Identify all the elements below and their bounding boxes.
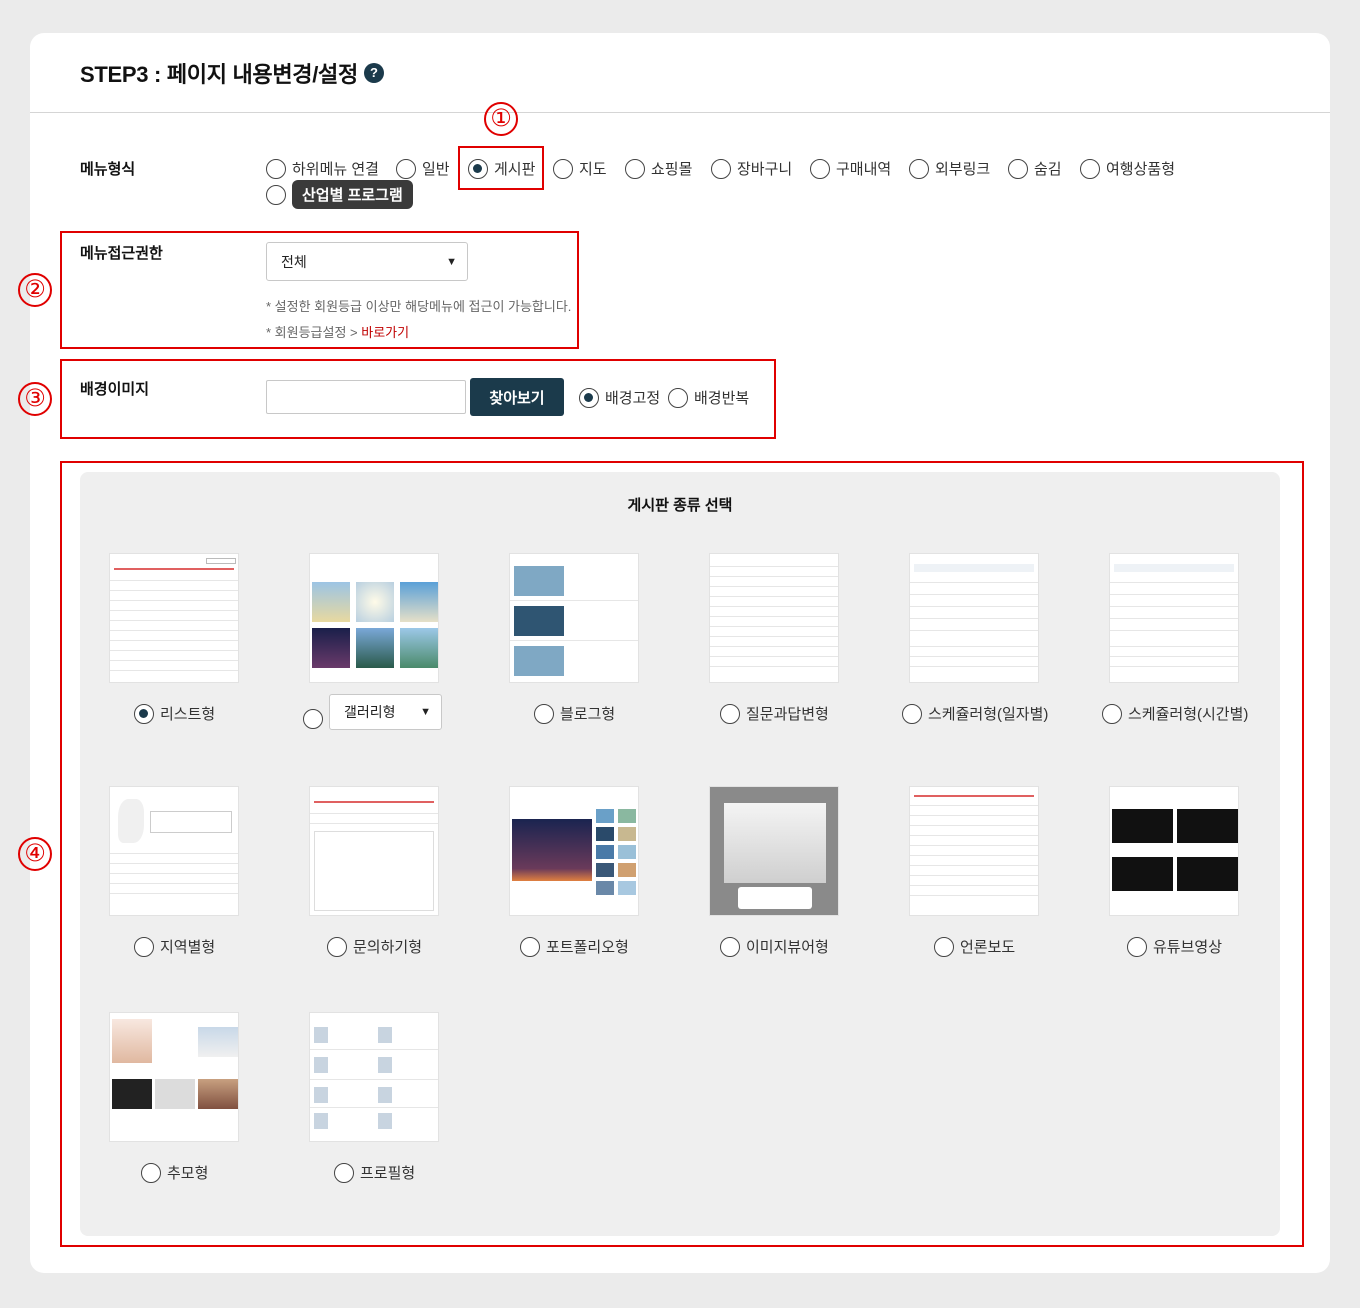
radio-checked-icon[interactable] (468, 158, 488, 179)
access-level-select[interactable]: 전체 ▼ (266, 242, 468, 281)
menu-type-option-industry-program[interactable]: 산업별 프로그램 (266, 180, 413, 209)
access-note: * 설정한 회원등급 이상만 해당메뉴에 접근이 가능합니다. (266, 299, 572, 314)
thumbnail-youtube[interactable] (1109, 786, 1239, 916)
menu-type-option-travel[interactable]: 여행상품형 (1080, 158, 1175, 179)
radio-icon[interactable] (720, 936, 740, 957)
radio-icon[interactable] (266, 184, 286, 205)
menu-type-option-cart[interactable]: 장바구니 (711, 158, 792, 179)
menu-type-option-orders[interactable]: 구매내역 (810, 158, 891, 179)
thumbnail-image-viewer[interactable] (709, 786, 839, 916)
board-type-list[interactable]: 리스트형 (134, 703, 215, 724)
thumbnail-list[interactable] (109, 553, 239, 683)
page-title: STEP3 : 페이지 내용변경/설정 (80, 61, 358, 87)
background-image-input[interactable] (266, 380, 466, 414)
board-type-gallery[interactable]: 갤러리형 ▼ (303, 694, 442, 730)
annotation-1: ① (484, 102, 518, 136)
chevron-down-icon: ▼ (420, 706, 431, 718)
thumbnail-gallery[interactable] (309, 553, 439, 683)
board-type-image-viewer[interactable]: 이미지뷰어형 (720, 936, 829, 957)
radio-icon[interactable] (668, 387, 688, 408)
radio-icon[interactable] (720, 703, 740, 724)
thumbnail-region[interactable] (109, 786, 239, 916)
radio-icon[interactable] (1080, 158, 1100, 179)
radio-icon[interactable] (396, 158, 416, 179)
access-label: 메뉴접근권한 (80, 245, 163, 262)
radio-checked-icon[interactable] (579, 387, 599, 408)
annotation-3: ③ (18, 382, 52, 416)
menu-type-option-submenu[interactable]: 하위메뉴 연결 (266, 158, 379, 179)
radio-icon[interactable] (934, 936, 954, 957)
board-type-youtube[interactable]: 유튜브영상 (1127, 936, 1222, 957)
thumbnail-blog[interactable] (509, 553, 639, 683)
background-fixed-option[interactable]: 배경고정 (579, 387, 660, 408)
radio-icon[interactable] (1008, 158, 1028, 179)
thumbnail-memorial[interactable] (109, 1012, 239, 1142)
radio-icon[interactable] (141, 1162, 161, 1183)
board-type-qna[interactable]: 질문과답변형 (720, 703, 829, 724)
board-type-panel: 게시판 종류 선택 (80, 472, 1280, 1236)
thumbnail-qna[interactable] (709, 553, 839, 683)
chevron-down-icon: ▼ (446, 255, 457, 268)
background-image-label: 배경이미지 (80, 381, 150, 398)
radio-icon[interactable] (553, 158, 573, 179)
board-type-scheduler-hourly[interactable]: 스케쥴러형(시간별) (1102, 703, 1248, 724)
menu-type-option-board[interactable]: 게시판 (468, 158, 535, 179)
radio-icon[interactable] (520, 936, 540, 957)
thumbnail-scheduler-daily[interactable] (909, 553, 1039, 683)
menu-type-option-hidden[interactable]: 숨김 (1008, 158, 1062, 179)
menu-type-option-shop[interactable]: 쇼핑몰 (625, 158, 692, 179)
radio-icon[interactable] (1127, 936, 1147, 957)
radio-icon[interactable] (266, 158, 286, 179)
thumbnail-portfolio[interactable] (509, 786, 639, 916)
radio-icon[interactable] (327, 936, 347, 957)
board-type-title: 게시판 종류 선택 (627, 497, 733, 514)
menu-type-label: 메뉴형식 (80, 161, 136, 178)
board-type-portfolio[interactable]: 포트폴리오형 (520, 936, 629, 957)
thumbnail-inquiry[interactable] (309, 786, 439, 916)
thumbnail-profile[interactable] (309, 1012, 439, 1142)
board-type-profile[interactable]: 프로필형 (334, 1162, 415, 1183)
radio-icon[interactable] (711, 158, 731, 179)
thumbnail-press[interactable] (909, 786, 1039, 916)
board-type-press[interactable]: 언론보도 (934, 936, 1015, 957)
annotation-2: ② (18, 273, 52, 307)
board-type-blog[interactable]: 블로그형 (534, 703, 615, 724)
annotation-4: ④ (18, 837, 52, 871)
help-icon[interactable]: ? (363, 62, 384, 83)
background-repeat-option[interactable]: 배경반복 (668, 387, 749, 408)
radio-icon[interactable] (902, 703, 922, 724)
menu-type-option-external-link[interactable]: 외부링크 (909, 158, 990, 179)
board-type-memorial[interactable]: 추모형 (141, 1162, 208, 1183)
radio-icon[interactable] (334, 1162, 354, 1183)
radio-checked-icon[interactable] (134, 703, 154, 724)
radio-icon[interactable] (1102, 703, 1122, 724)
board-type-inquiry[interactable]: 문의하기형 (327, 936, 422, 957)
radio-icon[interactable] (810, 158, 830, 179)
radio-icon[interactable] (534, 703, 554, 724)
board-type-region[interactable]: 지역별형 (134, 936, 215, 957)
radio-icon[interactable] (909, 158, 929, 179)
menu-type-option-general[interactable]: 일반 (396, 158, 450, 179)
member-grade-link[interactable]: 바로가기 (361, 325, 409, 340)
radio-icon[interactable] (303, 709, 323, 729)
radio-icon[interactable] (134, 936, 154, 957)
access-note-link-row: * 회원등급설정 > 바로가기 (266, 325, 410, 340)
browse-button[interactable]: 찾아보기 (470, 378, 564, 416)
thumbnail-scheduler-hourly[interactable] (1109, 553, 1239, 683)
board-type-scheduler-daily[interactable]: 스케쥴러형(일자별) (902, 703, 1048, 724)
card-header: STEP3 : 페이지 내용변경/설정 ? (30, 33, 1330, 113)
gallery-type-select[interactable]: 갤러리형 ▼ (329, 694, 442, 730)
menu-type-option-map[interactable]: 지도 (553, 158, 607, 179)
radio-icon[interactable] (625, 158, 645, 179)
